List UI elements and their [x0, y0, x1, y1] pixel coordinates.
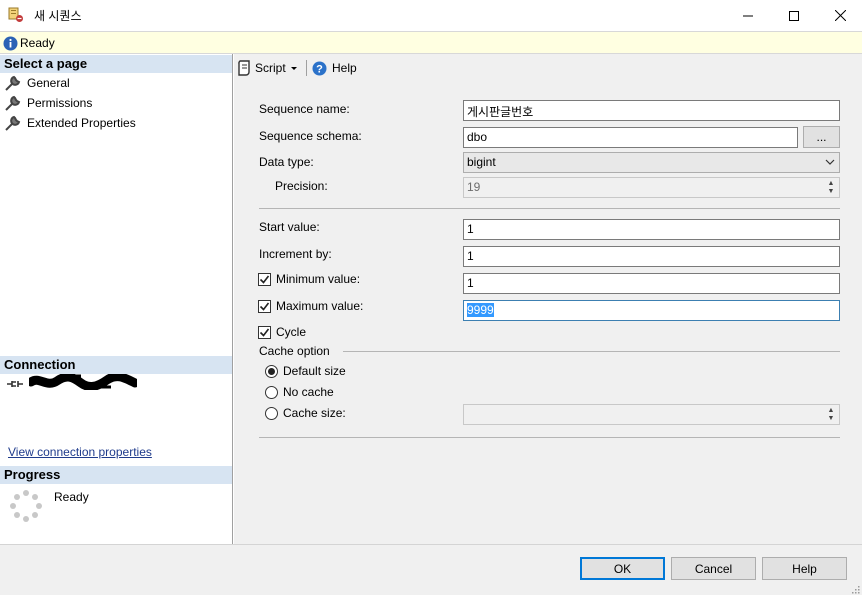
spinner-arrows-icon: ▲ ▼ — [827, 180, 835, 195]
page-item-extended-properties[interactable]: Extended Properties — [4, 113, 136, 133]
start-value-input[interactable]: 1 — [463, 219, 840, 240]
section-divider — [259, 208, 840, 209]
left-panel: Select a page General Permissions Extend… — [0, 54, 233, 544]
section-divider — [259, 437, 840, 438]
status-strip: Ready — [0, 31, 862, 54]
sequence-name-label: Sequence name: — [259, 102, 350, 116]
increment-by-label: Increment by: — [259, 247, 332, 261]
wrench-icon — [5, 75, 21, 91]
ok-button[interactable]: OK — [580, 557, 665, 580]
cache-option-label: Cache option — [259, 344, 330, 358]
right-panel: Script ? Help Sequence name: 게시판글번호 Sequ… — [234, 54, 862, 544]
maximum-value-selected-text: 9999 — [467, 303, 494, 317]
redacted-connection-name — [29, 374, 137, 390]
connection-header: Connection — [0, 356, 232, 374]
wrench-icon — [5, 95, 21, 111]
progress-header: Progress — [0, 466, 232, 484]
toolbar-separator — [306, 60, 307, 76]
checkmark-icon — [259, 328, 270, 337]
checkbox-box[interactable] — [258, 325, 271, 339]
minimum-value-input[interactable]: 1 — [463, 273, 840, 294]
checkbox-box[interactable] — [258, 272, 271, 286]
maximize-button[interactable] — [771, 0, 817, 31]
help-button[interactable]: Help — [762, 557, 847, 580]
info-icon — [3, 36, 18, 51]
close-icon — [834, 10, 846, 21]
maximum-value-input[interactable]: 9999 — [463, 300, 840, 321]
status-text: Ready — [20, 36, 55, 50]
page-item-permissions[interactable]: Permissions — [4, 93, 92, 113]
start-value-label: Start value: — [259, 220, 320, 234]
precision-label: Precision: — [275, 179, 328, 193]
cache-none-label: No cache — [283, 385, 334, 399]
minimize-button[interactable] — [725, 0, 771, 31]
minimum-value-checkbox[interactable]: Minimum value: — [258, 272, 360, 286]
progress-status-text: Ready — [54, 490, 89, 504]
page-item-label: General — [27, 76, 70, 90]
help-toolbar-button[interactable]: ? Help — [312, 59, 357, 77]
cache-none-radio[interactable]: No cache — [265, 385, 334, 399]
radio-button[interactable] — [265, 364, 278, 378]
window-title: 새 시퀀스 — [34, 9, 82, 23]
chevron-down-icon — [825, 159, 835, 165]
help-icon: ? — [312, 61, 327, 75]
page-item-label: Permissions — [27, 96, 93, 110]
sequence-schema-label: Sequence schema: — [259, 129, 362, 143]
browse-schema-button[interactable]: ... — [803, 126, 840, 148]
cycle-label: Cycle — [276, 325, 307, 339]
page-item-label: Extended Properties — [27, 116, 136, 130]
resize-grip-icon[interactable] — [850, 584, 860, 594]
data-type-label: Data type: — [259, 155, 314, 169]
data-type-select[interactable]: bigint — [463, 152, 840, 173]
radio-button[interactable] — [265, 385, 278, 399]
page-item-general[interactable]: General — [4, 73, 70, 93]
checkmark-icon — [259, 275, 270, 284]
maximize-icon — [789, 10, 799, 21]
cache-size-spinner: ▲ ▼ — [463, 404, 840, 425]
radio-button[interactable] — [265, 406, 278, 420]
cycle-checkbox[interactable]: Cycle — [258, 325, 306, 339]
title-bar: 새 시퀀스 — [0, 0, 862, 31]
maximum-value-checkbox[interactable]: Maximum value: — [258, 299, 363, 313]
close-button[interactable] — [817, 0, 862, 31]
dropdown-arrow-icon[interactable] — [290, 64, 298, 72]
cancel-button[interactable]: Cancel — [671, 557, 756, 580]
select-page-header: Select a page — [0, 55, 232, 73]
progress-spinner-icon — [10, 490, 42, 522]
sequence-name-input[interactable]: 게시판글번호 — [463, 100, 840, 121]
cache-size-label: Cache size: — [283, 406, 346, 420]
checkbox-box[interactable] — [258, 299, 271, 313]
sequence-app-icon — [8, 7, 23, 22]
minimize-icon — [743, 15, 753, 16]
script-icon — [238, 60, 250, 76]
spinner-arrows-icon: ▲ ▼ — [827, 407, 835, 422]
precision-spinner: 19 ▲ ▼ — [463, 177, 840, 198]
script-label: Script — [255, 61, 286, 75]
svg-text:?: ? — [316, 63, 323, 75]
wrench-icon — [5, 115, 21, 131]
view-connection-properties-link[interactable]: View connection properties — [8, 445, 152, 459]
bottom-button-bar: OK Cancel Help — [0, 544, 862, 595]
cache-size-radio[interactable]: Cache size: — [265, 406, 346, 420]
help-label: Help — [332, 61, 357, 75]
checkmark-icon — [259, 302, 270, 311]
increment-by-input[interactable]: 1 — [463, 246, 840, 267]
radio-selected-dot — [268, 367, 275, 375]
script-button[interactable]: Script — [237, 59, 298, 77]
cache-option-divider — [343, 351, 840, 352]
maximum-value-label: Maximum value: — [276, 299, 364, 313]
minimum-value-label: Minimum value: — [276, 272, 361, 286]
data-type-value: bigint — [467, 155, 496, 169]
connection-plug-icon — [7, 381, 23, 387]
toolbar: Script ? Help — [234, 54, 862, 82]
precision-value: 19 — [467, 180, 481, 194]
cache-default-label: Default size — [283, 364, 346, 378]
cache-default-radio[interactable]: Default size — [265, 364, 346, 378]
sequence-schema-input[interactable]: dbo — [463, 127, 798, 148]
